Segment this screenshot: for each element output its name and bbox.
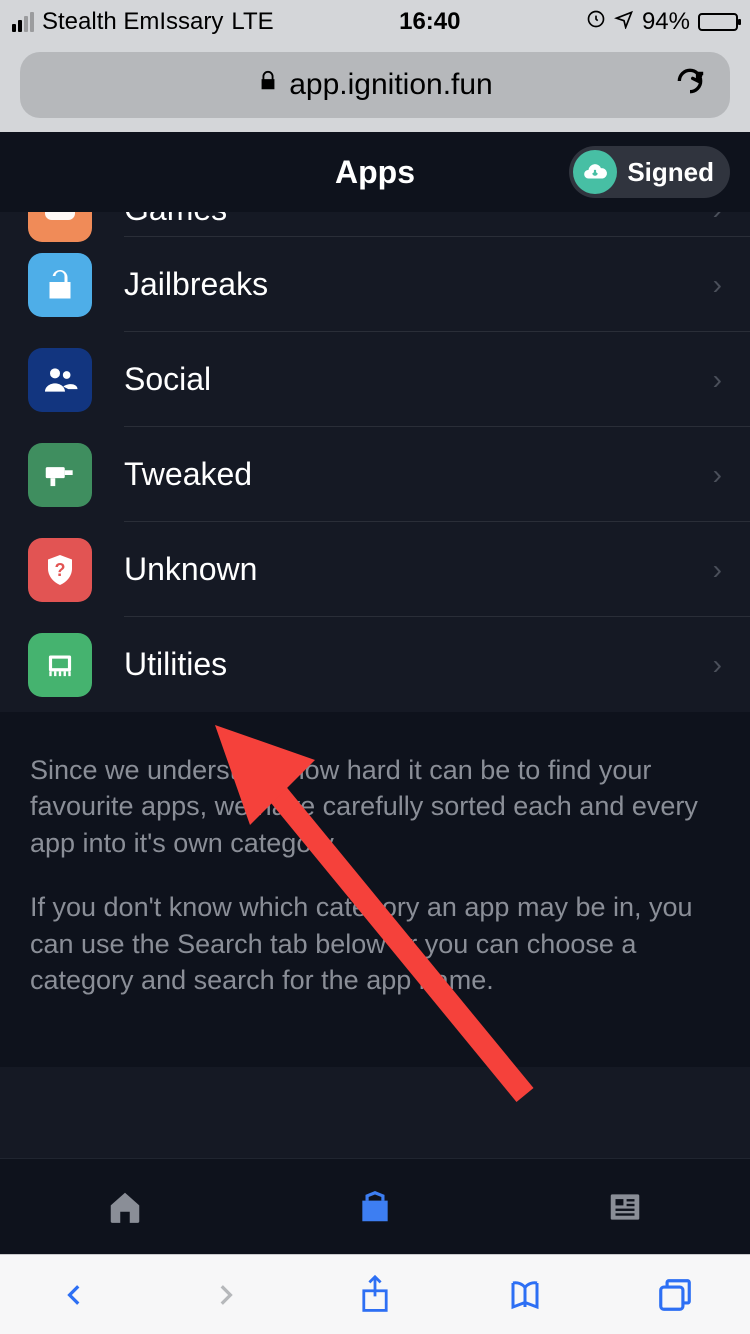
- drill-icon: [28, 443, 92, 507]
- back-button[interactable]: [55, 1275, 95, 1315]
- location-icon: [614, 8, 634, 36]
- chevron-right-icon: ›: [713, 269, 722, 301]
- app-header: Apps Signed: [0, 132, 750, 212]
- app-tab-bar: [0, 1158, 750, 1254]
- tabs-button[interactable]: [655, 1275, 695, 1315]
- forward-button[interactable]: [205, 1275, 245, 1315]
- chevron-right-icon: ›: [713, 459, 722, 491]
- footer-text-block: Since we understand how hard it can be t…: [0, 712, 750, 1067]
- footer-paragraph-2: If you don't know which category an app …: [30, 889, 720, 998]
- page-title: Apps: [335, 154, 415, 191]
- network-type: LTE: [231, 8, 273, 36]
- category-row-jailbreaks[interactable]: Jailbreaks ›: [0, 237, 750, 332]
- chevron-right-icon: ›: [713, 554, 722, 586]
- battery-icon: [698, 13, 738, 31]
- chevron-right-icon: ›: [713, 649, 722, 681]
- category-label: Utilities: [124, 646, 713, 683]
- chevron-right-icon: ›: [713, 364, 722, 396]
- signal-icon: [12, 12, 34, 32]
- category-list: Games › Jailbreaks › Social › Tweaked › …: [0, 212, 750, 1158]
- signed-label: Signed: [627, 157, 714, 188]
- category-row-utilities[interactable]: Utilities ›: [0, 617, 750, 712]
- category-label: Social: [124, 361, 713, 398]
- reload-button[interactable]: [674, 65, 706, 106]
- users-icon: [28, 348, 92, 412]
- share-button[interactable]: [355, 1275, 395, 1315]
- status-time: 16:40: [399, 8, 460, 36]
- safari-toolbar: [0, 1254, 750, 1334]
- unlock-icon: [28, 253, 92, 317]
- address-bar[interactable]: app.ignition.fun: [20, 52, 730, 118]
- category-row-tweaked[interactable]: Tweaked ›: [0, 427, 750, 522]
- chevron-right-icon: ›: [713, 212, 722, 226]
- safari-address-area: app.ignition.fun: [0, 44, 750, 132]
- shield-question-icon: ?: [28, 538, 92, 602]
- chip-icon: [28, 633, 92, 697]
- battery-pct: 94%: [642, 8, 690, 36]
- cloud-icon: [573, 150, 617, 194]
- carrier-name: Stealth EmIssary: [42, 8, 223, 36]
- bookmarks-button[interactable]: [505, 1275, 545, 1315]
- signed-badge[interactable]: Signed: [569, 146, 730, 198]
- category-label: Tweaked: [124, 456, 713, 493]
- url-text: app.ignition.fun: [289, 68, 493, 102]
- category-label: Games: [124, 212, 713, 228]
- tab-home[interactable]: [106, 1188, 144, 1226]
- ios-status-bar: Stealth EmIssary LTE 16:40 94%: [0, 0, 750, 44]
- tab-news[interactable]: [606, 1188, 644, 1226]
- lock-icon: [257, 68, 279, 102]
- svg-text:?: ?: [55, 560, 66, 580]
- category-row-unknown[interactable]: ? Unknown ›: [0, 522, 750, 617]
- category-row-games[interactable]: Games ›: [0, 212, 750, 237]
- category-label: Unknown: [124, 551, 713, 588]
- rotation-lock-icon: [586, 8, 606, 36]
- footer-paragraph-1: Since we understand how hard it can be t…: [30, 752, 720, 861]
- tab-apps[interactable]: [356, 1188, 394, 1226]
- category-label: Jailbreaks: [124, 266, 713, 303]
- category-row-social[interactable]: Social ›: [0, 332, 750, 427]
